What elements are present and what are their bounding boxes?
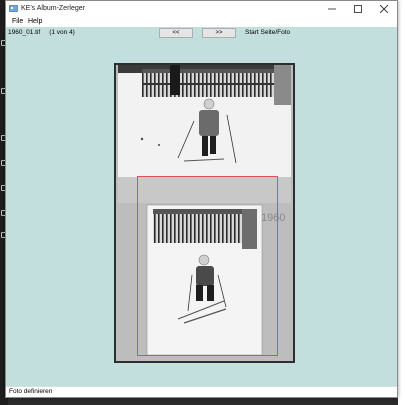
window-title: KE's Album-Zerleger — [21, 5, 85, 12]
app-window: KE's Album-Zerleger File Help 1960_01.ti… — [5, 0, 398, 398]
menu-help[interactable]: Help — [28, 18, 42, 25]
main-area: 1960_01.tif (1 von 4) << >> Start Seite/… — [6, 27, 397, 387]
next-button[interactable]: >> — [202, 28, 236, 38]
title-bar[interactable]: KE's Album-Zerleger — [6, 1, 397, 17]
selection-rectangle[interactable] — [137, 176, 278, 356]
desktop-right-strip — [398, 0, 405, 405]
status-text: Foto definieren — [9, 388, 53, 395]
menu-bar: File Help — [6, 17, 397, 27]
status-bar: Foto definieren — [6, 386, 397, 397]
close-icon — [380, 5, 388, 13]
maximize-button[interactable] — [345, 1, 371, 17]
start-page-label: Start Seite/Foto — [245, 29, 291, 36]
maximize-icon — [354, 5, 362, 13]
app-photo-icon — [9, 5, 18, 12]
menu-file[interactable]: File — [12, 18, 23, 25]
close-button[interactable] — [371, 1, 397, 17]
minimize-icon — [328, 8, 336, 10]
file-info: 1960_01.tif (1 von 4) — [8, 29, 75, 36]
minimize-button[interactable] — [319, 1, 345, 17]
prev-button[interactable]: << — [159, 28, 193, 38]
